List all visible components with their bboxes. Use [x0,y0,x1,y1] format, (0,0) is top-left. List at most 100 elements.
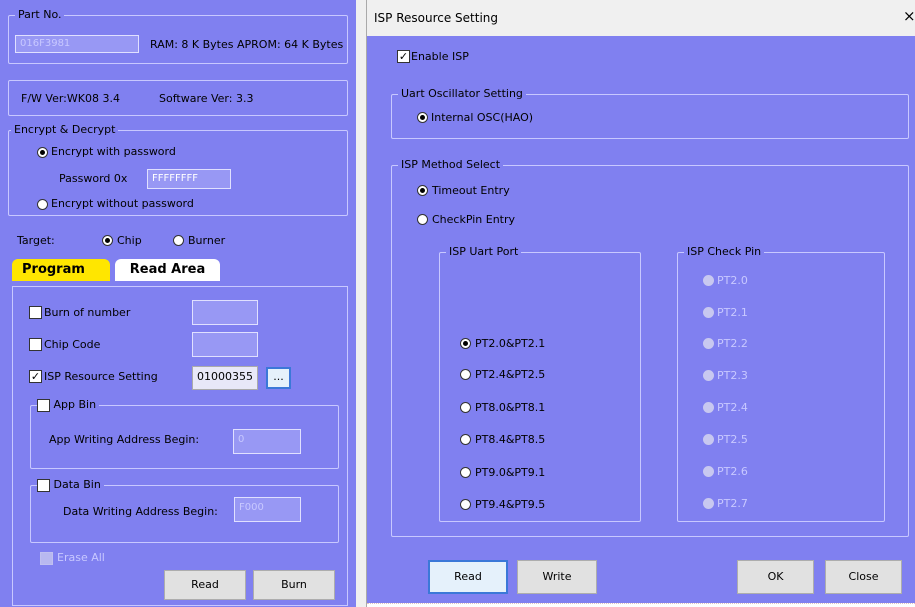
uart-port-radio[interactable] [460,338,471,349]
aprom-label: APROM: 64 K Bytes [237,38,344,51]
isp-resource-browse-button[interactable]: ... [266,367,291,389]
uart-port-radio[interactable] [460,434,471,445]
read-button[interactable]: Read [164,570,246,600]
target-chip-radio[interactable] [102,235,113,246]
encrypt-with-password-label: Encrypt with password [51,145,176,158]
burn-of-number-checkbox[interactable] [29,306,42,319]
uart-port-label: PT8.4&PT8.5 [475,433,546,446]
dialog-close-button[interactable]: Close [825,560,902,594]
dialog-read-button[interactable]: Read [428,560,508,594]
data-address-field[interactable]: F000 [234,497,301,522]
uart-osc-group: Uart Oscillator Setting Internal OSC(HAO… [391,87,909,139]
isp-method-legend: ISP Method Select [398,158,504,172]
erase-all-checkbox[interactable] [40,552,53,565]
part-no-field: 016F3981 [15,35,139,53]
app-bin-legend: App Bin [37,398,100,412]
timeout-entry-label: Timeout Entry [432,184,510,197]
check-pin-radio[interactable] [703,434,714,445]
dialog-ok-button[interactable]: OK [737,560,814,594]
dialog-write-button[interactable]: Write [517,560,597,594]
check-pin-radio[interactable] [703,338,714,349]
data-address-label: Data Writing Address Begin: [63,505,218,518]
check-pin-label: PT2.2 [717,337,748,350]
app-address-label: App Writing Address Begin: [49,433,200,446]
encrypt-group: Encrypt & Decrypt Encrypt with password … [8,123,348,216]
check-pin-label: PT2.4 [717,401,748,414]
isp-resource-value: 01000355 [192,366,258,390]
erase-all-label: Erase All [57,551,105,564]
chip-code-field[interactable] [192,332,258,357]
uart-port-label: PT8.0&PT8.1 [475,401,546,414]
chip-code-label: Chip Code [44,338,101,351]
sw-version: Software Ver: 3.3 [159,92,254,105]
uart-osc-legend: Uart Oscillator Setting [398,87,526,101]
burn-of-number-field[interactable] [192,300,258,325]
check-pin-radio[interactable] [703,370,714,381]
tab-program[interactable]: Program [12,259,110,281]
app-bin-checkbox[interactable] [37,398,50,412]
uart-port-radio[interactable] [460,499,471,510]
password-label: Password 0x [59,172,128,185]
isp-resource-setting-label: ISP Resource Setting [44,370,158,383]
chip-code-checkbox[interactable] [29,338,42,351]
internal-osc-label: Internal OSC(HAO) [431,111,534,124]
isp-check-pin-legend: ISP Check Pin [684,245,765,259]
tab-read-area[interactable]: Read Area [115,259,220,281]
isp-resource-setting-checkbox[interactable]: ✓ [29,370,42,383]
data-bin-legend: Data Bin [37,478,104,492]
burn-button[interactable]: Burn [253,570,335,600]
tab-read-area-label: Read Area [129,262,206,277]
uart-port-radio[interactable] [460,402,471,413]
encrypt-legend: Encrypt & Decrypt [11,123,119,137]
check-pin-label: PT2.1 [717,306,748,319]
checkpin-entry-label: CheckPin Entry [432,213,516,226]
check-pin-label: PT2.0 [717,274,748,287]
uart-port-label: PT9.0&PT9.1 [475,466,546,479]
check-pin-label: PT2.5 [717,433,748,446]
data-bin-checkbox[interactable] [37,478,50,492]
check-pin-label: PT2.3 [717,369,748,382]
app-bin-group: App Bin App Writing Address Begin: 0 [30,398,339,469]
data-bin-group: Data Bin Data Writing Address Begin: F00… [30,478,339,543]
target-label: Target: [17,234,55,247]
dialog-bottom-strip [367,603,915,607]
target-chip-label: Chip [117,234,142,247]
version-group: F/W Ver:WK08 3.4 Software Ver: 3.3 [8,80,348,116]
uart-port-label: PT2.0&PT2.1 [475,337,546,350]
tab-program-label: Program [22,262,85,277]
encrypt-with-password-radio[interactable] [37,147,48,158]
enable-isp-checkbox[interactable]: ✓ [397,50,410,63]
dialog-close-icon[interactable]: × [903,9,915,24]
uart-port-label: PT2.4&PT2.5 [475,368,546,381]
check-pin-radio[interactable] [703,275,714,286]
password-field[interactable]: FFFFFFFF [147,169,231,189]
isp-check-pin-group: ISP Check Pin PT2.0 PT2.1 PT2.2 PT2.3 PT… [677,245,885,522]
encrypt-without-password-radio[interactable] [37,199,48,210]
check-pin-label: PT2.7 [717,497,748,510]
isp-uart-port-legend: ISP Uart Port [446,245,522,259]
ram-label: RAM: 8 K Bytes [150,38,234,51]
isp-uart-port-group: ISP Uart Port PT2.0&PT2.1 PT2.4&PT2.5 PT… [439,245,641,522]
target-burner-radio[interactable] [173,235,184,246]
check-pin-label: PT2.6 [717,465,748,478]
checkpin-entry-radio[interactable] [417,214,428,225]
fw-version: F/W Ver:WK08 3.4 [21,92,120,105]
uart-port-radio[interactable] [460,369,471,380]
check-pin-radio[interactable] [703,402,714,413]
uart-port-radio[interactable] [460,467,471,478]
app-address-field[interactable]: 0 [233,429,301,454]
check-pin-radio[interactable] [703,498,714,509]
enable-isp-label: Enable ISP [411,50,469,63]
encrypt-without-password-label: Encrypt without password [51,197,194,210]
uart-port-label: PT9.4&PT9.5 [475,498,546,511]
data-bin-label: Data Bin [53,478,101,491]
burn-of-number-label: Burn of number [44,306,131,319]
dialog-title: ISP Resource Setting [374,11,499,25]
target-burner-label: Burner [188,234,226,247]
internal-osc-radio[interactable] [417,112,428,123]
part-no-legend: Part No. [15,8,65,22]
timeout-entry-radio[interactable] [417,185,428,196]
check-pin-radio[interactable] [703,307,714,318]
check-pin-radio[interactable] [703,466,714,477]
app-bin-label: App Bin [53,398,97,411]
